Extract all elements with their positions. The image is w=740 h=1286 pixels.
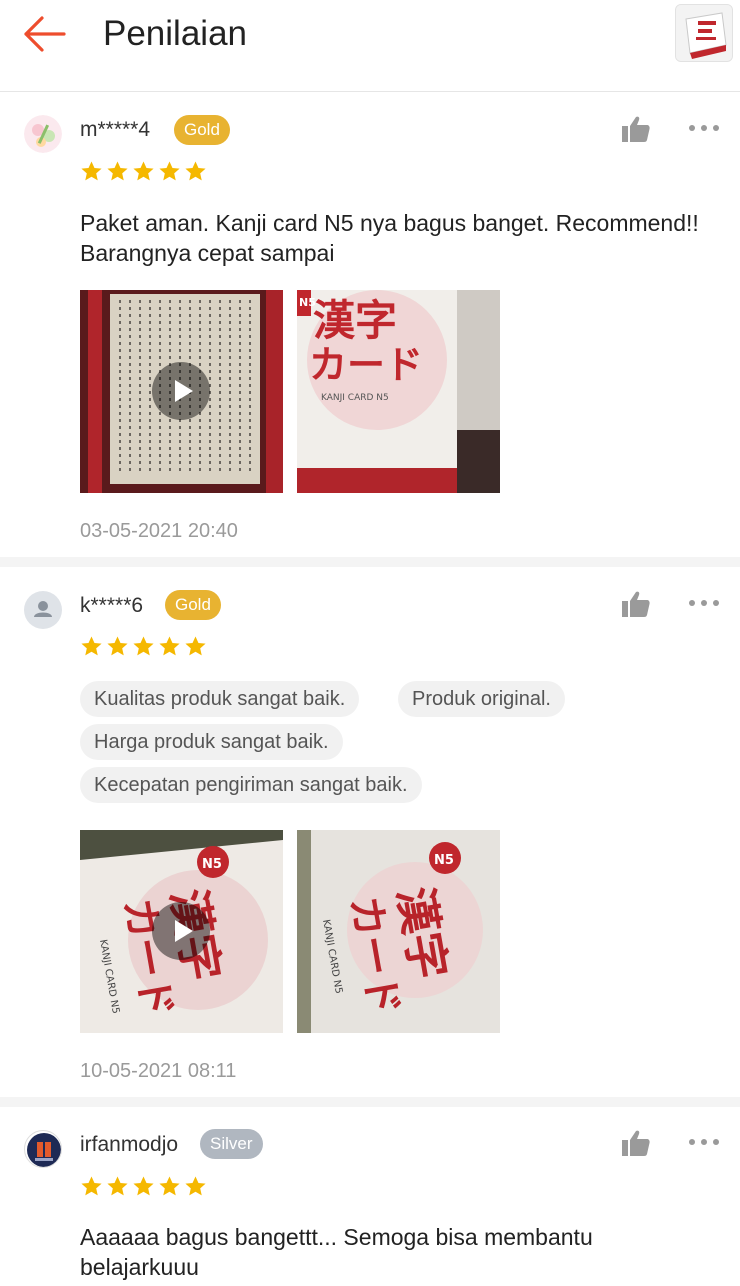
more-dot [701, 600, 707, 606]
star-icon [81, 636, 102, 656]
more-dot [713, 1139, 719, 1145]
review-video[interactable] [80, 290, 283, 493]
svg-text:N5: N5 [202, 857, 222, 872]
star-icon [159, 636, 180, 656]
review-text: Paket aman. Kanji card N5 nya bagus bang… [80, 210, 699, 266]
avatar-image [27, 1133, 61, 1167]
svg-text:KANJI CARD N5: KANJI CARD N5 [321, 393, 389, 403]
star-rating [80, 1175, 207, 1199]
star-icon [133, 636, 154, 656]
kanji-card-cover-photo: N5 漢字 カード KANJI CARD N5 [297, 830, 500, 1033]
review-text: Aaaaaa bagus bangettt... Semoga bisa mem… [80, 1224, 593, 1280]
membership-badge: Gold [165, 590, 221, 620]
more-options-button[interactable] [688, 123, 720, 133]
thumbs-up-icon [622, 591, 650, 617]
product-thumbnail[interactable] [675, 4, 733, 62]
star-icon [133, 161, 154, 181]
membership-badge: Silver [200, 1129, 263, 1159]
review-tags: Kualitas produk sangat baik. Produk orig… [80, 681, 710, 803]
star-rating [80, 160, 207, 184]
reviewer-name: k*****6 [80, 594, 144, 617]
star-icon [107, 636, 128, 656]
review-tag: Kualitas produk sangat baik. [80, 681, 360, 717]
more-dot [713, 600, 719, 606]
star-icon [107, 1176, 128, 1196]
like-button[interactable] [621, 590, 651, 618]
more-dots-icon [689, 600, 695, 606]
avatar[interactable] [24, 1130, 62, 1168]
star-icon [81, 161, 102, 181]
reviewer-name: m*****4 [80, 118, 151, 141]
more-dot [701, 1139, 707, 1145]
review-timestamp: 10-05-2021 08:11 [80, 1060, 237, 1082]
star-rating [80, 635, 207, 659]
review-card: irfanmodjo Silver Aaaaaa bagus bangettt.… [0, 1107, 740, 1286]
review-card: k*****6 Gold Kualitas produk sangat baik… [0, 567, 740, 1107]
star-icon [133, 1176, 154, 1196]
more-dots-icon [689, 125, 695, 131]
review-tag: Kecepatan pengiriman sangat baik. [80, 767, 422, 803]
reviewer-name: irfanmodjo [80, 1133, 179, 1156]
like-button[interactable] [621, 1129, 651, 1157]
star-icon [185, 1176, 206, 1196]
review-photo[interactable]: N5 漢字 カード KANJI CARD N5 [297, 830, 500, 1033]
review-timestamp: 03-05-2021 20:40 [80, 520, 238, 542]
like-button[interactable] [621, 115, 651, 143]
review-video[interactable]: N5 漢字 カード KANJI CARD N5 [80, 830, 283, 1033]
top-bar: Penilaian [0, 0, 740, 92]
avatar-image [24, 115, 62, 153]
play-icon[interactable] [152, 362, 210, 420]
review-tag: Harga produk sangat baik. [80, 724, 343, 760]
review-tag: Produk original. [398, 681, 565, 717]
page-title: Penilaian [103, 14, 247, 53]
more-options-button[interactable] [688, 1137, 720, 1147]
svg-text:漢字: 漢字 [313, 296, 397, 345]
more-dot [701, 125, 707, 131]
star-icon [159, 1176, 180, 1196]
avatar[interactable] [24, 115, 62, 153]
avatar[interactable] [24, 591, 62, 629]
kanji-card-box-photo: N5 漢字 カード KANJI CARD N5 [297, 290, 500, 493]
thumbs-up-icon [622, 1130, 650, 1156]
star-icon [81, 1176, 102, 1196]
back-button[interactable] [22, 14, 68, 54]
svg-text:カード: カード [309, 343, 423, 387]
default-user-icon [34, 601, 52, 617]
star-icon [159, 161, 180, 181]
arrow-left-icon [24, 16, 66, 52]
more-dots-icon [689, 1139, 695, 1145]
star-icon [107, 161, 128, 181]
review-photo[interactable]: N5 漢字 カード KANJI CARD N5 [297, 290, 500, 493]
kanji-card-box-image [676, 5, 732, 61]
play-icon[interactable] [152, 902, 210, 960]
review-card: m*****4 Gold Paket aman. Kanji card N5 n… [0, 93, 740, 567]
svg-text:N5: N5 [434, 853, 454, 868]
membership-badge: Gold [174, 115, 230, 145]
more-dot [713, 125, 719, 131]
more-options-button[interactable] [688, 598, 720, 608]
thumbs-up-icon [622, 116, 650, 142]
star-icon [185, 161, 206, 181]
star-icon [185, 636, 206, 656]
